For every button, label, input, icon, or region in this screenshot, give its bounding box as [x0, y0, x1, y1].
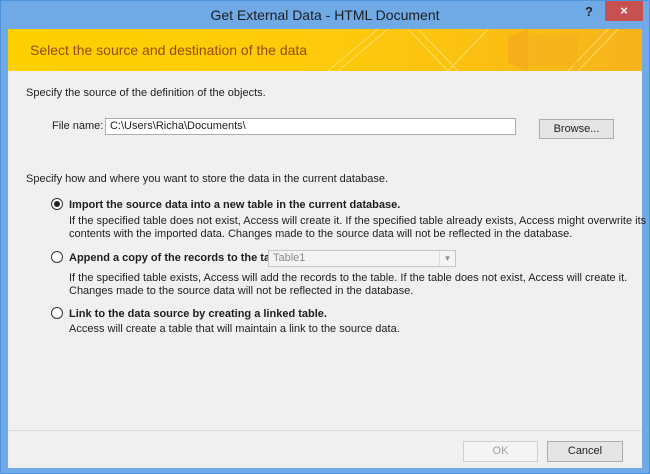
browse-button[interactable]: Browse...	[539, 119, 614, 139]
link-description: Access will create a table that will mai…	[69, 323, 400, 335]
append-radio[interactable]	[51, 251, 63, 263]
help-button[interactable]: ?	[585, 4, 593, 19]
append-option-label[interactable]: Append a copy of the records to the tabl…	[69, 252, 290, 264]
dialog-window: Get External Data - HTML Document ? × Se…	[0, 0, 650, 474]
footer-divider	[8, 430, 642, 431]
append-table-value: Table1	[273, 252, 306, 264]
header-banner: Select the source and destination of the…	[8, 29, 642, 71]
file-name-label: File name:	[52, 120, 104, 132]
source-instruction: Specify the source of the definition of …	[26, 87, 266, 99]
link-radio[interactable]	[51, 307, 63, 319]
append-table-select[interactable]: Table1 ▾	[268, 250, 456, 267]
dialog-content: Select the source and destination of the…	[8, 29, 646, 468]
banner-heading: Select the source and destination of the…	[30, 42, 308, 58]
close-button[interactable]: ×	[605, 1, 643, 21]
chevron-down-icon: ▾	[439, 251, 455, 266]
import-radio[interactable]	[51, 198, 63, 210]
dialog-title: Get External Data - HTML Document	[210, 7, 440, 23]
cancel-button[interactable]: Cancel	[547, 441, 623, 462]
import-option-label[interactable]: Import the source data into a new table …	[69, 199, 400, 211]
file-name-input[interactable]: C:\Users\Richa\Documents\	[105, 118, 516, 135]
append-description-line2: Changes made to the source data will not…	[69, 285, 414, 297]
import-description-line1: If the specified table does not exist, A…	[69, 215, 647, 227]
ok-button[interactable]: OK	[463, 441, 538, 462]
link-option-label[interactable]: Link to the data source by creating a li…	[69, 308, 327, 320]
append-description-line1: If the specified table exists, Access wi…	[69, 272, 628, 284]
storage-instruction: Specify how and where you want to store …	[26, 173, 389, 185]
import-description-line2: contents with the imported data. Changes…	[69, 228, 573, 240]
title-bar: Get External Data - HTML Document ? ×	[1, 1, 649, 29]
